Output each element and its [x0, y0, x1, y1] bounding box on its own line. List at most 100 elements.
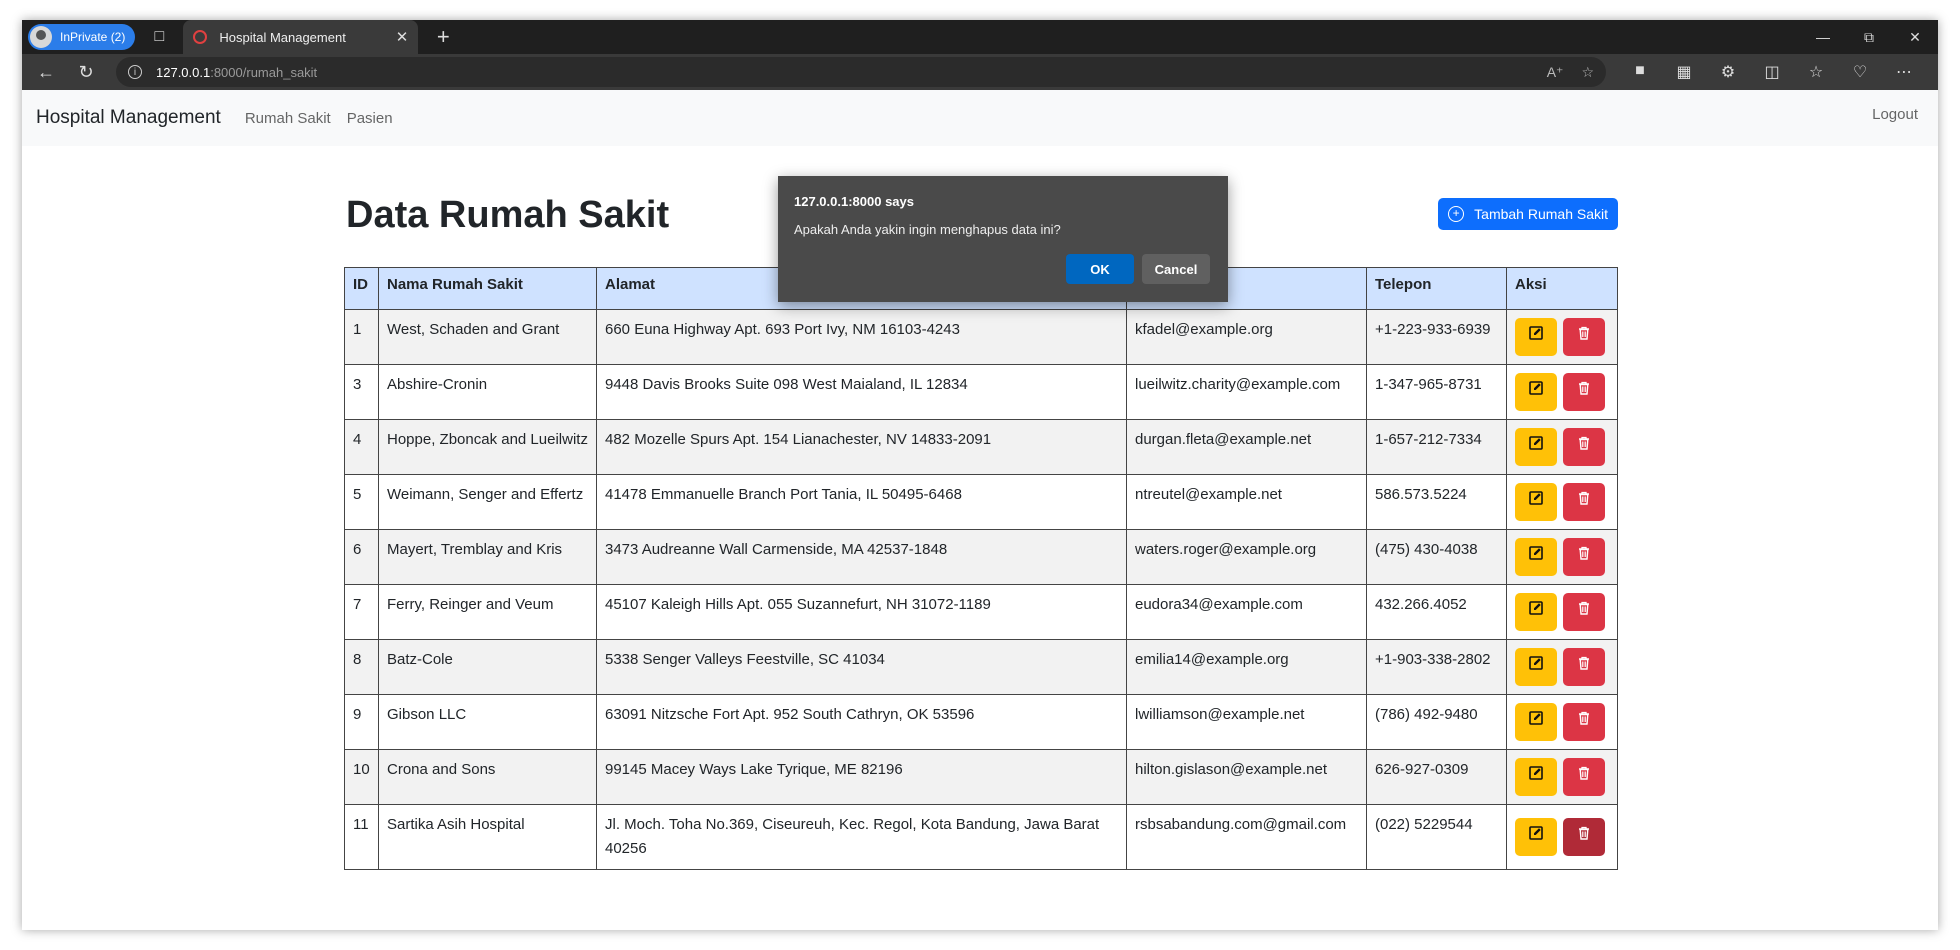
header-id: ID [344, 267, 379, 310]
table-row: 6 Mayert, Tremblay and Kris 3473 Audreanne… [344, 529, 1618, 585]
delete-button[interactable] [1563, 318, 1605, 356]
cell-name: Abshire-Cronin [378, 364, 597, 420]
trash-icon [1576, 710, 1592, 734]
tab-actions-icon[interactable]: □ [145, 23, 173, 51]
cell-name: Hoppe, Zboncak and Lueilwitz [378, 419, 597, 475]
browser-window: InPrivate (2) □ Hospital Management ✕ + … [22, 20, 1938, 930]
cell-name: Crona and Sons [378, 749, 597, 805]
page-viewport: Hospital Management Rumah Sakit Pasien L… [22, 90, 1938, 930]
extensions-puzzle-icon[interactable]: ⚙ [1706, 62, 1750, 82]
logout-link[interactable]: Logout [1872, 106, 1918, 123]
cell-email: lueilwitz.charity@example.com [1126, 364, 1367, 420]
header-nama: Nama Rumah Sakit [378, 267, 597, 310]
url-path: :8000/rumah_sakit [210, 64, 318, 80]
restore-icon[interactable]: ⧉ [1846, 20, 1892, 54]
confirm-dialog: 127.0.0.1:8000 says Apakah Anda yakin in… [778, 176, 1228, 302]
trash-icon [1576, 765, 1592, 789]
edit-button[interactable] [1515, 428, 1557, 466]
cell-phone: (475) 430-4038 [1366, 529, 1507, 585]
add-hospital-button[interactable]: + Tambah Rumah Sakit [1438, 198, 1618, 230]
delete-button[interactable] [1563, 373, 1605, 411]
cell-address: 482 Mozelle Spurs Apt. 154 Lianachester,… [596, 419, 1127, 475]
dialog-cancel-button[interactable]: Cancel [1142, 254, 1210, 284]
edit-button[interactable] [1515, 538, 1557, 576]
nav-link-rumah-sakit[interactable]: Rumah Sakit [245, 110, 331, 127]
delete-button[interactable] [1563, 703, 1605, 741]
cell-email: emilia14@example.org [1126, 639, 1367, 695]
extension-2-icon[interactable]: ▦ [1662, 62, 1706, 82]
cell-id: 10 [344, 749, 379, 805]
cell-phone: (022) 5229544 [1366, 804, 1507, 870]
edit-icon [1528, 825, 1544, 849]
minimize-icon[interactable]: — [1800, 20, 1846, 54]
url-host: 127.0.0.1 [156, 64, 211, 80]
refresh-icon[interactable]: ↻ [70, 57, 102, 87]
edit-button[interactable] [1515, 483, 1557, 521]
delete-button[interactable] [1563, 758, 1605, 796]
cell-address: 3473 Audreanne Wall Carmenside, MA 42537… [596, 529, 1127, 585]
cell-id: 1 [344, 309, 379, 365]
close-tab-icon[interactable]: ✕ [396, 28, 409, 46]
favorite-star-icon[interactable]: ☆ [1581, 64, 1594, 81]
table-row: 7 Ferry, Reinger and Veum 45107 Kaleigh Hi… [344, 584, 1618, 640]
dialog-ok-button[interactable]: OK [1066, 254, 1134, 284]
cell-id: 6 [344, 529, 379, 585]
delete-button[interactable] [1563, 538, 1605, 576]
cell-actions [1506, 364, 1618, 420]
cell-actions [1506, 694, 1618, 750]
url-input[interactable]: i 127.0.0.1 :8000/rumah_sakit A⁺ ☆ [116, 57, 1606, 87]
new-tab-icon[interactable]: + [430, 24, 456, 50]
tab-hospital-management[interactable]: Hospital Management ✕ [183, 20, 419, 54]
add-hospital-label: Tambah Rumah Sakit [1474, 206, 1608, 222]
more-menu-icon[interactable]: ⋯ [1882, 62, 1926, 82]
cell-actions [1506, 584, 1618, 640]
table-row: 5 Weimann, Senger and Effertz 41478 Emmanu… [344, 474, 1618, 530]
edit-button[interactable] [1515, 648, 1557, 686]
edit-button[interactable] [1515, 593, 1557, 631]
cell-email: eudora34@example.com [1126, 584, 1367, 640]
navbar-brand[interactable]: Hospital Management [36, 107, 221, 129]
window-controls: — ⧉ ✕ [1800, 20, 1938, 54]
table-row: 10 Crona and Sons 99145 Macey Ways Lake Ty… [344, 749, 1618, 805]
cell-id: 4 [344, 419, 379, 475]
split-screen-icon[interactable]: ◫ [1750, 62, 1794, 82]
cell-phone: 626-927-0309 [1366, 749, 1507, 805]
browser-essentials-icon[interactable]: ♡ [1838, 62, 1882, 82]
edit-button[interactable] [1515, 758, 1557, 796]
edit-icon [1528, 765, 1544, 789]
edit-icon [1528, 490, 1544, 514]
cell-phone: +1-903-338-2802 [1366, 639, 1507, 695]
table-row: 9 Gibson LLC 63091 Nitzsche Fort Apt. 952 … [344, 694, 1618, 750]
edit-button[interactable] [1515, 318, 1557, 356]
favorites-icon[interactable]: ☆ [1794, 62, 1838, 82]
cell-phone: (786) 492-9480 [1366, 694, 1507, 750]
extension-icon[interactable]: ■ [1618, 62, 1662, 82]
table-row: 11 Sartika Asih Hospital Jl. Moch. Toha No… [344, 804, 1618, 870]
edit-button[interactable] [1515, 373, 1557, 411]
cell-email: lwilliamson@example.net [1126, 694, 1367, 750]
nav-link-pasien[interactable]: Pasien [347, 110, 393, 127]
edit-button[interactable] [1515, 703, 1557, 741]
delete-button[interactable] [1563, 483, 1605, 521]
delete-button[interactable] [1563, 648, 1605, 686]
edit-icon [1528, 655, 1544, 679]
edit-button[interactable] [1515, 818, 1557, 856]
delete-button[interactable] [1563, 428, 1605, 466]
delete-button[interactable] [1563, 818, 1605, 856]
read-aloud-icon[interactable]: A⁺ [1547, 64, 1564, 81]
delete-button[interactable] [1563, 593, 1605, 631]
site-info-icon[interactable]: i [128, 65, 142, 79]
favicon-icon [193, 30, 208, 44]
inprivate-badge[interactable]: InPrivate (2) [28, 24, 136, 50]
back-icon[interactable]: ← [30, 57, 62, 87]
navbar: Hospital Management Rumah Sakit Pasien L… [22, 90, 1938, 146]
header-aksi: Aksi [1506, 267, 1618, 310]
cell-actions [1506, 419, 1618, 475]
cell-id: 9 [344, 694, 379, 750]
close-window-icon[interactable]: ✕ [1892, 20, 1938, 54]
inprivate-label: InPrivate (2) [60, 30, 126, 44]
dialog-title: 127.0.0.1:8000 says [794, 194, 914, 209]
cell-address: 99145 Macey Ways Lake Tyrique, ME 82196 [596, 749, 1127, 805]
plus-circle-icon: + [1448, 206, 1465, 222]
cell-phone: 586.573.5224 [1366, 474, 1507, 530]
